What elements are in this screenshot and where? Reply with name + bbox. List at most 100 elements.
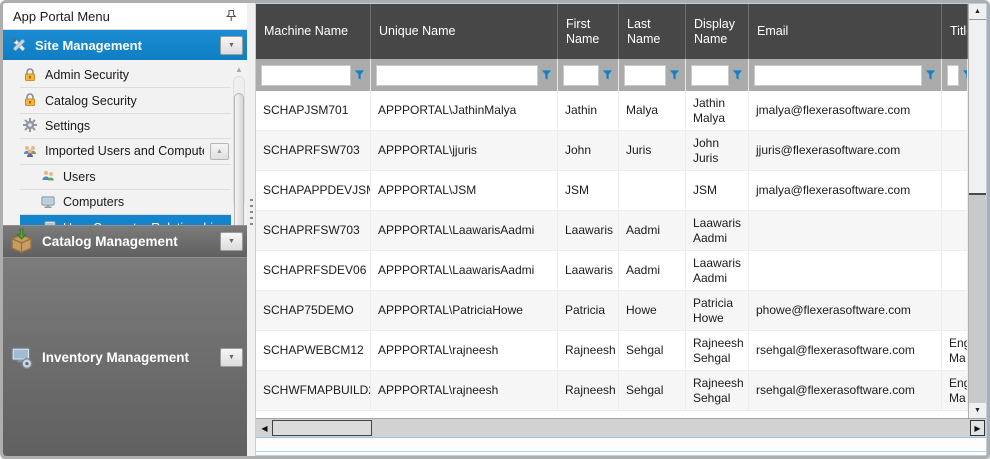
grid-footer (256, 437, 986, 455)
table-cell-last_name: Juris (619, 131, 686, 170)
sidebar-item-computers[interactable]: Computers (20, 190, 231, 215)
sidebar-scrollbar[interactable]: ▲ ▼ (232, 64, 246, 219)
sidebar: App Portal Menu Site Management ▼ Admin … (3, 3, 247, 456)
filter-cell-machine-name (256, 59, 371, 91)
table-cell-first_name: JSM (558, 171, 619, 210)
filter-input-display_name[interactable] (691, 65, 729, 86)
users-group-icon (22, 143, 39, 160)
column-header-display-name[interactable]: Display Name (686, 4, 749, 59)
filter-funnel-icon[interactable] (354, 69, 365, 81)
table-row[interactable]: SCHWFMAPBUILD2APPPORTAL\rajneeshRajneesh… (256, 371, 968, 411)
filter-funnel-icon[interactable] (925, 69, 936, 81)
table-row[interactable]: SCHAPRFSW703APPPORTAL\jjurisJohnJurisJoh… (256, 131, 968, 171)
sidebar-item-label: Catalog Security (45, 94, 137, 108)
table-cell-machine_name: SCHAPAPPDEVJSM (256, 171, 371, 210)
table-cell-machine_name: SCHAPRFSDEV06 (256, 251, 371, 290)
filter-input-email[interactable] (754, 65, 922, 86)
table-cell-unique_name: APPPORTAL\LaawarisAadmi (371, 251, 558, 290)
sidebar-item-users[interactable]: Users (20, 165, 231, 190)
table-cell-last_name: Aadmi (619, 251, 686, 290)
table-cell-last_name: Sehgal (619, 371, 686, 410)
table-cell-unique_name: APPPORTAL\PatriciaHowe (371, 291, 558, 330)
chevron-down-icon[interactable]: ▼ (220, 36, 243, 55)
table-cell-first_name: Laawaris (558, 211, 619, 250)
scroll-right-icon[interactable]: ▶ (970, 420, 985, 436)
table-cell-machine_name: SCHAP75DEMO (256, 291, 371, 330)
table-cell-title (942, 291, 968, 330)
filter-input-unique_name[interactable] (376, 65, 538, 86)
table-cell-display_name: JSM (686, 171, 749, 210)
filter-input-last_name[interactable] (624, 65, 666, 86)
data-grid: Machine NameUnique NameFirst NameLast Na… (255, 3, 987, 456)
table-cell-email: phowe@flexerasoftware.com (749, 291, 942, 330)
filter-funnel-icon[interactable] (602, 69, 613, 81)
sidebar-item-user-computer-relationships[interactable]: User Computer Relationships (20, 215, 231, 225)
section-inventory-management[interactable]: Inventory Management ▼ (3, 257, 247, 456)
table-row[interactable]: SCHAPJSM701APPPORTAL\JathinMalyaJathinMa… (256, 91, 968, 131)
column-header-last-name[interactable]: Last Name (619, 4, 686, 59)
sidebar-scrollbar-thumb[interactable] (234, 93, 244, 225)
sidebar-item-settings[interactable]: Settings (20, 114, 231, 139)
pin-icon[interactable] (223, 8, 239, 24)
scroll-up-icon[interactable]: ▲ (235, 64, 243, 76)
table-cell-title (942, 251, 968, 290)
sidebar-item-label: Admin Security (45, 68, 129, 82)
column-header-unique-name[interactable]: Unique Name (371, 4, 558, 59)
table-row[interactable]: SCHAPRFSDEV06APPPORTAL\LaawarisAadmiLaaw… (256, 251, 968, 291)
column-header-first-name[interactable]: First Name (558, 4, 619, 59)
table-row[interactable]: SCHAP75DEMOAPPPORTAL\PatriciaHowe Patrici… (256, 291, 968, 331)
scroll-up-icon[interactable]: ▲ (969, 4, 986, 19)
splitter-grip-icon (250, 199, 253, 227)
table-cell-first_name: Laawaris (558, 251, 619, 290)
user-computer-icon (40, 219, 57, 225)
filter-funnel-icon[interactable] (541, 69, 552, 81)
table-cell-last_name: Aadmi (619, 211, 686, 250)
grid-vscroll-track[interactable] (969, 19, 986, 403)
filter-cell-display-name (686, 59, 749, 91)
sidebar-item-imported-users-and-computers[interactable]: Imported Users and Computers▲ (20, 139, 231, 164)
table-cell-unique_name: APPPORTAL\JSM (371, 171, 558, 210)
section-label: Site Management (35, 38, 213, 53)
table-cell-email (749, 251, 942, 290)
table-cell-display_name: Patricia Howe (686, 291, 749, 330)
table-cell-last_name: Howe (619, 291, 686, 330)
grid-hscroll-thumb[interactable] (272, 420, 372, 436)
filter-input-title[interactable] (947, 65, 959, 86)
grid-vscroll-thumb[interactable] (969, 19, 986, 195)
filter-cell-unique-name (371, 59, 558, 91)
table-cell-display_name: Jathin Malya (686, 91, 749, 130)
section-catalog-management[interactable]: Catalog Management ▼ (3, 225, 247, 257)
filter-funnel-icon[interactable] (669, 69, 680, 81)
filter-input-machine_name[interactable] (261, 65, 351, 86)
grid-vertical-scrollbar[interactable]: ▲ ▼ (968, 4, 986, 418)
sidebar-item-admin-security[interactable]: Admin Security (20, 63, 231, 88)
collapse-up-icon[interactable]: ▲ (210, 143, 229, 160)
splitter[interactable] (247, 3, 255, 456)
section-site-management[interactable]: Site Management ▼ (3, 30, 247, 60)
grid-horizontal-scrollbar[interactable]: ◀ ▶ (256, 418, 986, 437)
table-row[interactable]: SCHAPAPPDEVJSMAPPPORTAL\JSMJSMJSMjmalya@… (256, 171, 968, 211)
table-cell-title: Eng Ma (942, 371, 968, 410)
filter-input-first_name[interactable] (563, 65, 599, 86)
chevron-down-icon[interactable]: ▼ (220, 232, 243, 251)
scroll-left-icon[interactable]: ◀ (257, 420, 272, 436)
table-cell-machine_name: SCHAPRFSW703 (256, 131, 371, 170)
column-header-title[interactable]: Title (942, 4, 968, 59)
computer-icon (40, 194, 57, 211)
column-header-email[interactable]: Email (749, 4, 942, 59)
table-cell-machine_name: SCHAPWEBCM12 (256, 331, 371, 370)
sidebar-scrollbar-track[interactable] (233, 76, 245, 207)
grid-hscroll-track[interactable] (272, 420, 970, 436)
sidebar-header: App Portal Menu (3, 3, 247, 30)
table-cell-display_name: Laawaris Aadmi (686, 251, 749, 290)
table-cell-unique_name: APPPORTAL\jjuris (371, 131, 558, 170)
filter-funnel-icon[interactable] (732, 69, 743, 81)
chevron-down-icon[interactable]: ▼ (220, 348, 243, 367)
sidebar-title: App Portal Menu (13, 9, 223, 24)
catalog-icon (8, 228, 35, 255)
sidebar-item-catalog-security[interactable]: Catalog Security (20, 88, 231, 113)
column-header-machine-name[interactable]: Machine Name (256, 4, 371, 59)
table-row[interactable]: SCHAPRFSW703APPPORTAL\LaawarisAadmiLaawa… (256, 211, 968, 251)
table-row[interactable]: SCHAPWEBCM12APPPORTAL\rajneeshRajneeshSe… (256, 331, 968, 371)
scroll-down-icon[interactable]: ▼ (969, 403, 986, 418)
